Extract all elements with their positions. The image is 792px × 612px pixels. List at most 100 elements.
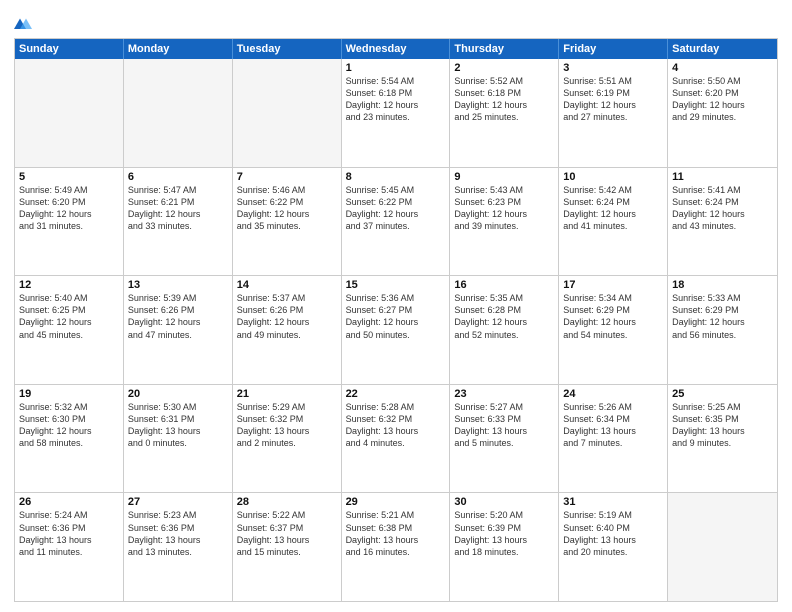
header-cell-thursday: Thursday [450, 39, 559, 59]
day-number: 7 [237, 171, 337, 183]
calendar-body: 1Sunrise: 5:54 AM Sunset: 6:18 PM Daylig… [15, 59, 777, 601]
day-number: 16 [454, 279, 554, 291]
cell-info: Sunrise: 5:33 AM Sunset: 6:29 PM Dayligh… [672, 292, 773, 341]
day-number: 19 [19, 388, 119, 400]
calendar-cell: 22Sunrise: 5:28 AM Sunset: 6:32 PM Dayli… [342, 385, 451, 493]
cell-info: Sunrise: 5:37 AM Sunset: 6:26 PM Dayligh… [237, 292, 337, 341]
day-number: 13 [128, 279, 228, 291]
calendar-cell: 31Sunrise: 5:19 AM Sunset: 6:40 PM Dayli… [559, 493, 668, 601]
calendar-row: 19Sunrise: 5:32 AM Sunset: 6:30 PM Dayli… [15, 384, 777, 493]
day-number: 4 [672, 62, 773, 74]
calendar: SundayMondayTuesdayWednesdayThursdayFrid… [14, 38, 778, 602]
header-cell-friday: Friday [559, 39, 668, 59]
cell-info: Sunrise: 5:42 AM Sunset: 6:24 PM Dayligh… [563, 184, 663, 233]
cell-info: Sunrise: 5:54 AM Sunset: 6:18 PM Dayligh… [346, 75, 446, 124]
calendar-row: 1Sunrise: 5:54 AM Sunset: 6:18 PM Daylig… [15, 59, 777, 167]
calendar-row: 12Sunrise: 5:40 AM Sunset: 6:25 PM Dayli… [15, 275, 777, 384]
day-number: 14 [237, 279, 337, 291]
day-number: 29 [346, 496, 446, 508]
calendar-cell: 5Sunrise: 5:49 AM Sunset: 6:20 PM Daylig… [15, 168, 124, 276]
day-number: 9 [454, 171, 554, 183]
cell-info: Sunrise: 5:34 AM Sunset: 6:29 PM Dayligh… [563, 292, 663, 341]
calendar-cell [15, 59, 124, 167]
day-number: 28 [237, 496, 337, 508]
calendar-cell: 13Sunrise: 5:39 AM Sunset: 6:26 PM Dayli… [124, 276, 233, 384]
day-number: 2 [454, 62, 554, 74]
calendar-cell: 17Sunrise: 5:34 AM Sunset: 6:29 PM Dayli… [559, 276, 668, 384]
calendar-cell [233, 59, 342, 167]
calendar-cell [668, 493, 777, 601]
calendar-cell: 21Sunrise: 5:29 AM Sunset: 6:32 PM Dayli… [233, 385, 342, 493]
logo-icon [14, 14, 32, 32]
cell-info: Sunrise: 5:29 AM Sunset: 6:32 PM Dayligh… [237, 401, 337, 450]
calendar-cell: 19Sunrise: 5:32 AM Sunset: 6:30 PM Dayli… [15, 385, 124, 493]
calendar-cell: 26Sunrise: 5:24 AM Sunset: 6:36 PM Dayli… [15, 493, 124, 601]
cell-info: Sunrise: 5:40 AM Sunset: 6:25 PM Dayligh… [19, 292, 119, 341]
header-cell-sunday: Sunday [15, 39, 124, 59]
cell-info: Sunrise: 5:30 AM Sunset: 6:31 PM Dayligh… [128, 401, 228, 450]
day-number: 15 [346, 279, 446, 291]
cell-info: Sunrise: 5:47 AM Sunset: 6:21 PM Dayligh… [128, 184, 228, 233]
calendar-cell: 14Sunrise: 5:37 AM Sunset: 6:26 PM Dayli… [233, 276, 342, 384]
calendar-cell: 1Sunrise: 5:54 AM Sunset: 6:18 PM Daylig… [342, 59, 451, 167]
calendar-cell: 15Sunrise: 5:36 AM Sunset: 6:27 PM Dayli… [342, 276, 451, 384]
day-number: 10 [563, 171, 663, 183]
cell-info: Sunrise: 5:43 AM Sunset: 6:23 PM Dayligh… [454, 184, 554, 233]
cell-info: Sunrise: 5:20 AM Sunset: 6:39 PM Dayligh… [454, 509, 554, 558]
cell-info: Sunrise: 5:35 AM Sunset: 6:28 PM Dayligh… [454, 292, 554, 341]
calendar-cell: 10Sunrise: 5:42 AM Sunset: 6:24 PM Dayli… [559, 168, 668, 276]
cell-info: Sunrise: 5:21 AM Sunset: 6:38 PM Dayligh… [346, 509, 446, 558]
cell-info: Sunrise: 5:41 AM Sunset: 6:24 PM Dayligh… [672, 184, 773, 233]
calendar-cell: 23Sunrise: 5:27 AM Sunset: 6:33 PM Dayli… [450, 385, 559, 493]
cell-info: Sunrise: 5:39 AM Sunset: 6:26 PM Dayligh… [128, 292, 228, 341]
calendar-cell: 6Sunrise: 5:47 AM Sunset: 6:21 PM Daylig… [124, 168, 233, 276]
calendar-cell: 30Sunrise: 5:20 AM Sunset: 6:39 PM Dayli… [450, 493, 559, 601]
day-number: 12 [19, 279, 119, 291]
day-number: 18 [672, 279, 773, 291]
cell-info: Sunrise: 5:46 AM Sunset: 6:22 PM Dayligh… [237, 184, 337, 233]
calendar-cell: 20Sunrise: 5:30 AM Sunset: 6:31 PM Dayli… [124, 385, 233, 493]
header-cell-wednesday: Wednesday [342, 39, 451, 59]
calendar-cell: 7Sunrise: 5:46 AM Sunset: 6:22 PM Daylig… [233, 168, 342, 276]
calendar-cell: 24Sunrise: 5:26 AM Sunset: 6:34 PM Dayli… [559, 385, 668, 493]
header-cell-saturday: Saturday [668, 39, 777, 59]
calendar-cell: 11Sunrise: 5:41 AM Sunset: 6:24 PM Dayli… [668, 168, 777, 276]
day-number: 1 [346, 62, 446, 74]
calendar-cell: 3Sunrise: 5:51 AM Sunset: 6:19 PM Daylig… [559, 59, 668, 167]
cell-info: Sunrise: 5:24 AM Sunset: 6:36 PM Dayligh… [19, 509, 119, 558]
day-number: 5 [19, 171, 119, 183]
calendar-cell: 29Sunrise: 5:21 AM Sunset: 6:38 PM Dayli… [342, 493, 451, 601]
day-number: 17 [563, 279, 663, 291]
calendar-cell: 28Sunrise: 5:22 AM Sunset: 6:37 PM Dayli… [233, 493, 342, 601]
cell-info: Sunrise: 5:32 AM Sunset: 6:30 PM Dayligh… [19, 401, 119, 450]
cell-info: Sunrise: 5:51 AM Sunset: 6:19 PM Dayligh… [563, 75, 663, 124]
day-number: 31 [563, 496, 663, 508]
calendar-cell: 9Sunrise: 5:43 AM Sunset: 6:23 PM Daylig… [450, 168, 559, 276]
day-number: 27 [128, 496, 228, 508]
day-number: 23 [454, 388, 554, 400]
day-number: 20 [128, 388, 228, 400]
calendar-cell: 16Sunrise: 5:35 AM Sunset: 6:28 PM Dayli… [450, 276, 559, 384]
day-number: 22 [346, 388, 446, 400]
day-number: 25 [672, 388, 773, 400]
day-number: 8 [346, 171, 446, 183]
cell-info: Sunrise: 5:25 AM Sunset: 6:35 PM Dayligh… [672, 401, 773, 450]
cell-info: Sunrise: 5:26 AM Sunset: 6:34 PM Dayligh… [563, 401, 663, 450]
day-number: 3 [563, 62, 663, 74]
calendar-header: SundayMondayTuesdayWednesdayThursdayFrid… [15, 39, 777, 59]
day-number: 24 [563, 388, 663, 400]
header-cell-monday: Monday [124, 39, 233, 59]
calendar-cell: 18Sunrise: 5:33 AM Sunset: 6:29 PM Dayli… [668, 276, 777, 384]
cell-info: Sunrise: 5:52 AM Sunset: 6:18 PM Dayligh… [454, 75, 554, 124]
cell-info: Sunrise: 5:50 AM Sunset: 6:20 PM Dayligh… [672, 75, 773, 124]
day-number: 30 [454, 496, 554, 508]
cell-info: Sunrise: 5:27 AM Sunset: 6:33 PM Dayligh… [454, 401, 554, 450]
cell-info: Sunrise: 5:45 AM Sunset: 6:22 PM Dayligh… [346, 184, 446, 233]
header-cell-tuesday: Tuesday [233, 39, 342, 59]
cell-info: Sunrise: 5:23 AM Sunset: 6:36 PM Dayligh… [128, 509, 228, 558]
day-number: 6 [128, 171, 228, 183]
cell-info: Sunrise: 5:49 AM Sunset: 6:20 PM Dayligh… [19, 184, 119, 233]
day-number: 21 [237, 388, 337, 400]
cell-info: Sunrise: 5:28 AM Sunset: 6:32 PM Dayligh… [346, 401, 446, 450]
calendar-cell: 2Sunrise: 5:52 AM Sunset: 6:18 PM Daylig… [450, 59, 559, 167]
